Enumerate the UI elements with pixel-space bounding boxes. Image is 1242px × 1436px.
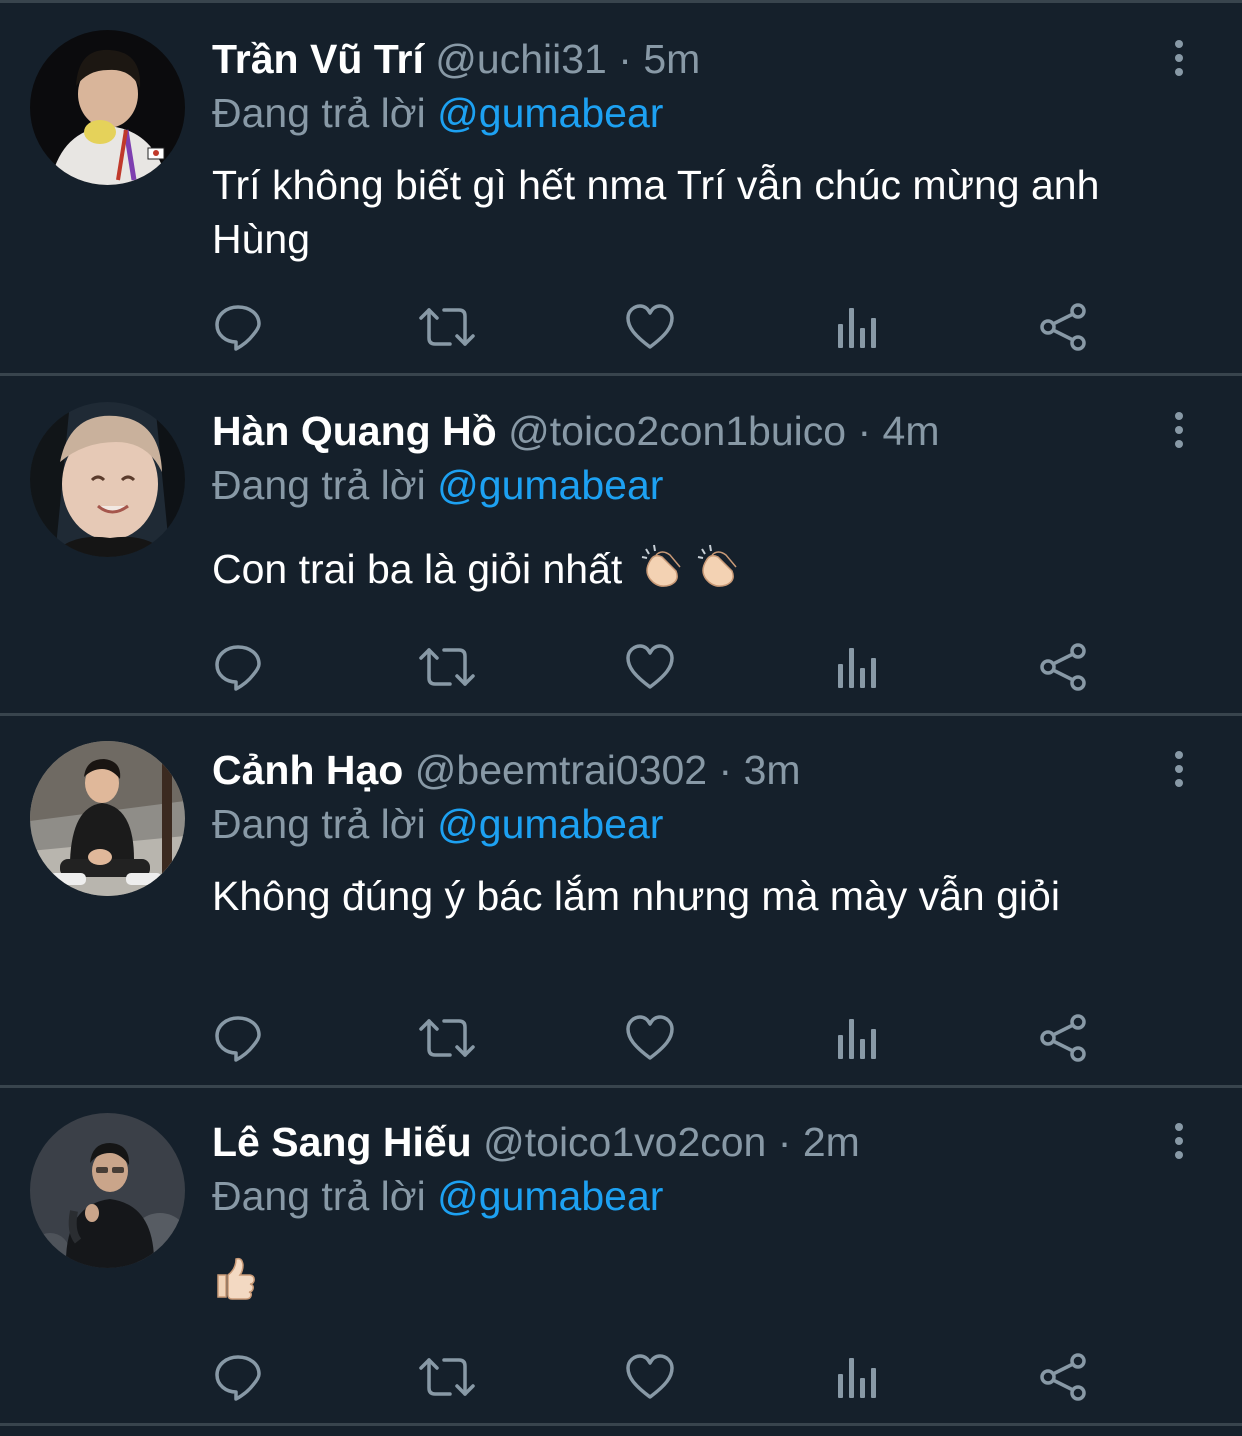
more-options-icon[interactable] xyxy=(1166,1123,1192,1163)
avatar[interactable] xyxy=(30,1113,185,1268)
timestamp[interactable]: 4m xyxy=(883,408,940,454)
retweet-icon[interactable] xyxy=(416,1013,478,1063)
tweet-actions xyxy=(212,302,1092,352)
reply-mention[interactable]: @gumabear xyxy=(437,801,663,847)
handle[interactable]: @beemtrai0302 xyxy=(415,747,707,793)
share-icon[interactable] xyxy=(1038,1013,1090,1063)
retweet-icon[interactable] xyxy=(416,1352,478,1402)
replying-to: Đang trả lời @gumabear xyxy=(212,86,663,140)
reply-prefix: Đang trả lời xyxy=(212,801,426,847)
reply-prefix: Đang trả lời xyxy=(212,462,426,508)
tweet-actions xyxy=(212,642,1092,692)
tweet[interactable]: Cảnh Hạo @beemtrai0302 · 3m Đang trả lời… xyxy=(0,716,1242,1088)
like-icon[interactable] xyxy=(624,642,676,692)
tweet[interactable]: Hàn Quang Hồ @toico2con1buico · 4m Đang … xyxy=(0,376,1242,716)
replying-to: Đang trả lời @gumabear xyxy=(212,458,663,512)
reply-prefix: Đang trả lời xyxy=(212,1173,426,1219)
retweet-icon[interactable] xyxy=(416,642,478,692)
tweet-body: Con trai ba là giỏi nhất xyxy=(212,542,1202,602)
separator: · xyxy=(718,747,733,793)
clapping-hands-icon xyxy=(640,543,744,602)
tweet-actions xyxy=(212,1352,1092,1402)
reply-mention[interactable]: @gumabear xyxy=(437,462,663,508)
tweet-header: Lê Sang Hiếu @toico1vo2con · 2m xyxy=(212,1115,860,1169)
handle[interactable]: @toico2con1buico xyxy=(508,408,846,454)
share-icon[interactable] xyxy=(1038,302,1090,352)
tweet[interactable]: Lê Sang Hiếu @toico1vo2con · 2m Đang trả… xyxy=(0,1088,1242,1436)
tweet-text: Trí không biết gì hết nma Trí vẫn chúc m… xyxy=(212,162,1100,262)
display-name[interactable]: Hàn Quang Hồ xyxy=(212,408,497,454)
separator: · xyxy=(618,36,632,82)
display-name[interactable]: Trần Vũ Trí xyxy=(212,36,424,82)
tweet-header: Cảnh Hạo @beemtrai0302 · 3m xyxy=(212,743,801,797)
thumbs-up-icon xyxy=(212,1255,258,1314)
reply-icon[interactable] xyxy=(212,1013,264,1063)
tweet-text: Không đúng ý bác lắm nhưng mà mày vẫn gi… xyxy=(212,873,1060,919)
share-icon[interactable] xyxy=(1038,1352,1090,1402)
avatar[interactable] xyxy=(30,30,185,185)
more-options-icon[interactable] xyxy=(1166,412,1192,452)
retweet-icon[interactable] xyxy=(416,302,478,352)
reply-mention[interactable]: @gumabear xyxy=(437,1173,663,1219)
divider xyxy=(0,1423,1242,1426)
reply-icon[interactable] xyxy=(212,642,264,692)
avatar[interactable] xyxy=(30,741,185,896)
like-icon[interactable] xyxy=(624,1352,676,1402)
analytics-icon[interactable] xyxy=(832,302,884,352)
like-icon[interactable] xyxy=(624,302,676,352)
reply-icon[interactable] xyxy=(212,1352,264,1402)
share-icon[interactable] xyxy=(1038,642,1090,692)
display-name[interactable]: Cảnh Hạo xyxy=(212,747,403,793)
tweet-text: Con trai ba là giỏi nhất xyxy=(212,546,623,592)
analytics-icon[interactable] xyxy=(832,1352,884,1402)
tweet-header: Trần Vũ Trí @uchii31 · 5m xyxy=(212,32,700,86)
reply-prefix: Đang trả lời xyxy=(212,90,426,136)
handle[interactable]: @toico1vo2con xyxy=(483,1119,766,1165)
handle[interactable]: @uchii31 xyxy=(435,36,607,82)
tweet-header: Hàn Quang Hồ @toico2con1buico · 4m xyxy=(212,404,940,458)
reply-feed: Trần Vũ Trí @uchii31 · 5m Đang trả lời @… xyxy=(0,0,1242,1436)
avatar[interactable] xyxy=(30,402,185,557)
timestamp[interactable]: 2m xyxy=(803,1119,860,1165)
tweet-actions xyxy=(212,1013,1092,1063)
separator: · xyxy=(777,1119,792,1165)
timestamp[interactable]: 3m xyxy=(744,747,801,793)
more-options-icon[interactable] xyxy=(1166,751,1192,791)
reply-mention[interactable]: @gumabear xyxy=(437,90,663,136)
tweet-body xyxy=(212,1254,1202,1314)
timestamp[interactable]: 5m xyxy=(643,36,700,82)
replying-to: Đang trả lời @gumabear xyxy=(212,797,663,851)
analytics-icon[interactable] xyxy=(832,642,884,692)
analytics-icon[interactable] xyxy=(832,1013,884,1063)
display-name[interactable]: Lê Sang Hiếu xyxy=(212,1119,472,1165)
separator: · xyxy=(857,408,872,454)
replying-to: Đang trả lời @gumabear xyxy=(212,1169,663,1223)
like-icon[interactable] xyxy=(624,1013,676,1063)
tweet[interactable]: Trần Vũ Trí @uchii31 · 5m Đang trả lời @… xyxy=(0,0,1242,376)
more-options-icon[interactable] xyxy=(1166,40,1192,80)
reply-icon[interactable] xyxy=(212,302,264,352)
